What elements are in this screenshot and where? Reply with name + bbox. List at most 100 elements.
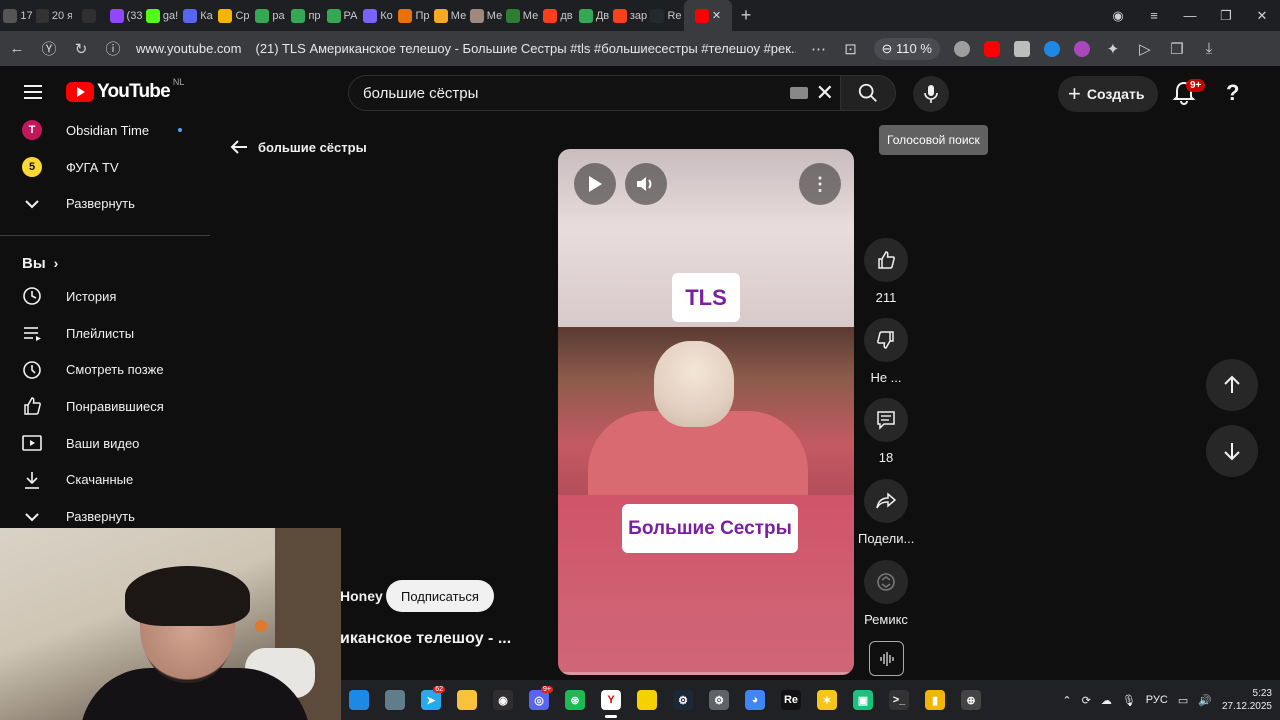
browser-tab[interactable]: Ср xyxy=(216,0,252,31)
browser-tab[interactable]: Ко xyxy=(360,0,396,31)
dislike-button[interactable] xyxy=(864,318,908,362)
sidebar-item-liked[interactable]: Понравившиеся xyxy=(0,388,210,425)
audio-ext-icon[interactable] xyxy=(1043,40,1060,57)
more-options-button[interactable]: ⋮ xyxy=(799,163,841,205)
help-icon[interactable]: ? xyxy=(1226,80,1239,106)
sidebar-sub-obsidian-time[interactable]: T Obsidian Time xyxy=(0,112,210,149)
browser-tab[interactable]: Ме xyxy=(432,0,468,31)
previous-short-button[interactable] xyxy=(1206,359,1258,411)
reload-icon[interactable]: ↻ xyxy=(72,40,90,58)
taskbar-clock[interactable]: 5:23 27.12.2025 xyxy=(1222,687,1272,713)
close-tab-icon[interactable]: ✕ xyxy=(712,9,721,22)
browser-tab[interactable]: 17 xyxy=(0,0,36,31)
adblock-icon[interactable] xyxy=(953,40,970,57)
minimize-icon[interactable]: — xyxy=(1172,8,1208,23)
next-short-button[interactable] xyxy=(1206,425,1258,477)
sidebar-item-watch-later[interactable]: Смотреть позже xyxy=(0,351,210,388)
browser-tab[interactable]: РА xyxy=(324,0,360,31)
explorer-app[interactable] xyxy=(449,680,485,720)
browser-tab[interactable]: пр xyxy=(288,0,324,31)
youtube-logo[interactable]: YouTube NL xyxy=(66,77,184,103)
collections-icon[interactable]: ❒ xyxy=(1168,40,1186,58)
speaker-icon[interactable]: 🔊 xyxy=(1198,694,1212,707)
back-arrow-icon[interactable]: ← xyxy=(8,40,26,57)
short-video-player[interactable]: TLS Большие Сестры ⋮ xyxy=(558,149,854,675)
terminal-app[interactable]: >_ xyxy=(881,680,917,720)
taskbar-app-1[interactable] xyxy=(341,680,377,720)
language-indicator[interactable]: РУС xyxy=(1146,694,1168,706)
browser-tab[interactable]: ga! xyxy=(144,0,180,31)
browser-tab[interactable]: ра xyxy=(252,0,288,31)
obs-app[interactable]: ◉ xyxy=(485,680,521,720)
extensions-icon[interactable]: ✦ xyxy=(1104,40,1122,58)
download-icon[interactable]: ⤓ xyxy=(1200,40,1218,57)
discord-app[interactable]: ◎ 9+ xyxy=(521,680,557,720)
sidebar-item-playlists[interactable]: Плейлисты xyxy=(0,315,210,352)
search-input[interactable] xyxy=(363,84,783,102)
url-page-title[interactable]: (21) TLS Американское телешоу - Большие … xyxy=(256,41,796,56)
youtube-ext-icon[interactable] xyxy=(983,40,1000,57)
tray-sync-icon[interactable]: ⟳ xyxy=(1082,694,1091,707)
back-to-search[interactable]: большие сёстры xyxy=(230,138,367,156)
purple-ext-icon[interactable] xyxy=(1073,40,1090,57)
keyboard-icon[interactable] xyxy=(790,87,808,99)
voice-search-button[interactable] xyxy=(913,76,949,112)
telegram-app[interactable]: ➤ 62 xyxy=(413,680,449,720)
clear-search-icon[interactable]: ✕ xyxy=(816,80,834,106)
steam-app[interactable]: ⚙ xyxy=(665,680,701,720)
settings-app[interactable]: ⚙ xyxy=(701,680,737,720)
play-button[interactable] xyxy=(574,163,616,205)
browser-tab[interactable]: Ка xyxy=(180,0,216,31)
screenshot-icon[interactable] xyxy=(1013,40,1030,57)
comments-button[interactable] xyxy=(864,398,908,442)
sidebar-item-history[interactable]: История xyxy=(0,278,210,315)
short-title[interactable]: иканское телешоу - ... xyxy=(340,630,511,648)
yandex-browser-app[interactable]: Y xyxy=(593,680,629,720)
zoom-indicator[interactable]: ⊖ 110 % xyxy=(873,37,940,60)
site-info-icon[interactable]: ⓘ xyxy=(104,38,122,59)
green-app[interactable]: ▣ xyxy=(845,680,881,720)
browser-tab[interactable]: (33 xyxy=(108,0,144,31)
browser-tab[interactable]: Re xyxy=(648,0,684,31)
menu-icon[interactable] xyxy=(24,85,42,99)
profile-icon[interactable]: ◉ xyxy=(1100,8,1136,24)
video-progress-bar[interactable] xyxy=(558,672,854,675)
sidebar-item-downloads[interactable]: Скачанные xyxy=(0,462,210,499)
cloud-icon[interactable]: ☁ xyxy=(1101,694,1112,707)
browser-tab[interactable]: зар xyxy=(612,0,648,31)
subscribe-button[interactable]: Подписаться xyxy=(386,580,494,612)
create-button[interactable]: + Создать xyxy=(1058,76,1159,112)
browser-tab[interactable]: Ме xyxy=(504,0,540,31)
sidebar-section-you[interactable]: Вы › xyxy=(0,248,210,278)
network-icon[interactable]: ▭ xyxy=(1178,694,1188,707)
yandex-icon[interactable]: Ⓨ xyxy=(40,38,58,59)
sidebar-sub-fuga-tv[interactable]: 5 ФУГА TV xyxy=(0,149,210,186)
browser-tab[interactable]: дв xyxy=(540,0,576,31)
volume-button[interactable] xyxy=(625,163,667,205)
bookmark-icon[interactable]: ⊡ xyxy=(842,40,860,58)
taskbar-app-2[interactable] xyxy=(377,680,413,720)
browser-tab[interactable]: Дв xyxy=(576,0,612,31)
media-icon[interactable]: ▷ xyxy=(1136,40,1154,58)
sparkle-app[interactable]: ✶ xyxy=(809,680,845,720)
yellow-app[interactable]: ▮ xyxy=(917,680,953,720)
browser-tab[interactable]: Ме xyxy=(468,0,504,31)
like-button[interactable] xyxy=(864,238,908,282)
sound-button[interactable] xyxy=(869,641,904,676)
sidebar-item-your-videos[interactable]: Ваши видео xyxy=(0,425,210,462)
browser-tab[interactable]: Пр xyxy=(396,0,432,31)
browser-tab[interactable] xyxy=(72,0,108,31)
browser-tab[interactable]: 20 я xyxy=(36,0,72,31)
xbox-app[interactable]: ⊛ xyxy=(557,680,593,720)
close-window-icon[interactable]: ✕ xyxy=(1244,8,1280,24)
maximize-icon[interactable]: ❐ xyxy=(1208,8,1244,24)
remix-button[interactable] xyxy=(864,560,908,604)
search-button[interactable] xyxy=(840,75,896,111)
more-icon[interactable]: ⋯ xyxy=(810,40,828,58)
short-channel-name[interactable]: Honey xyxy=(340,588,383,604)
globe-app[interactable]: ⊕ xyxy=(953,680,989,720)
tray-chevron-icon[interactable]: ⌃ xyxy=(1062,694,1071,707)
menu-icon[interactable]: ≡ xyxy=(1136,8,1172,23)
chrome-app[interactable]: ◕ xyxy=(737,680,773,720)
sidebar-expand-subscriptions[interactable]: Развернуть xyxy=(0,185,210,222)
